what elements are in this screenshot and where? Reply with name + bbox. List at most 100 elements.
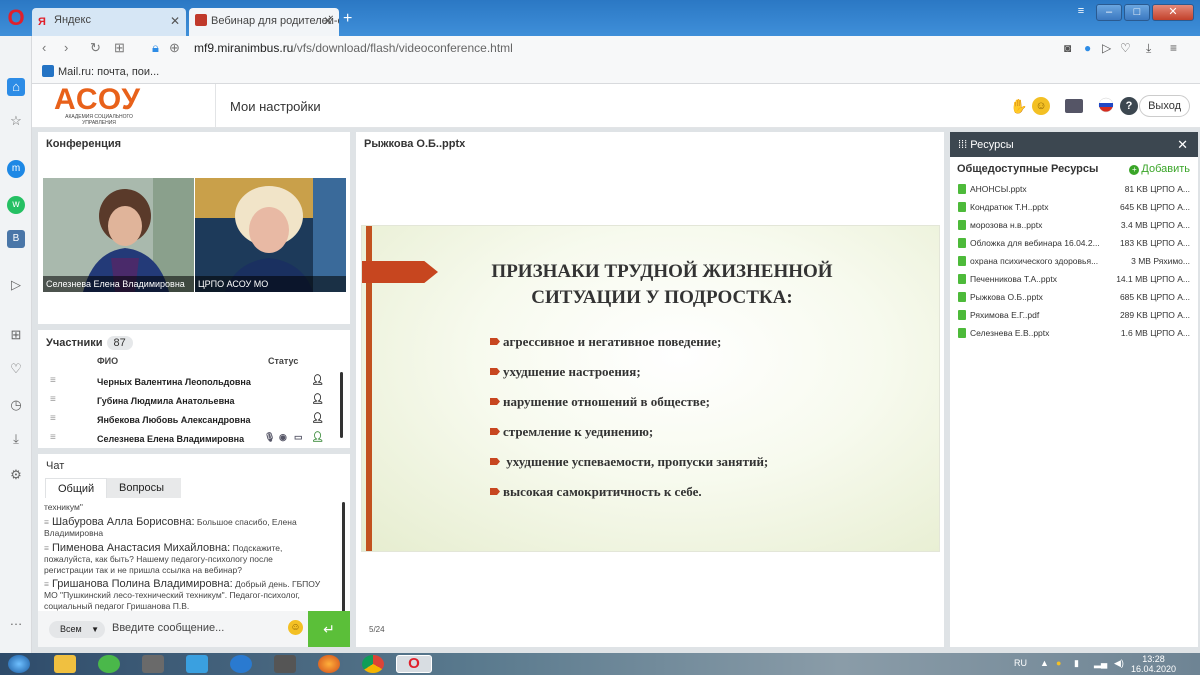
history-icon[interactable]: ◷ bbox=[7, 396, 25, 414]
download-icon[interactable]: ⤓ bbox=[1146, 41, 1151, 56]
listener-status-icon: 👤︎ bbox=[311, 413, 324, 424]
resource-size: 289 KB ЦРПО А... bbox=[1119, 310, 1190, 320]
home-icon[interactable]: ⌂ bbox=[7, 78, 25, 96]
new-tab-button[interactable]: + bbox=[343, 10, 352, 28]
resource-item[interactable]: Рыжкова О.Б..pptx 685 KB ЦРПО А... bbox=[950, 289, 1198, 307]
folder-icon[interactable] bbox=[1065, 99, 1083, 113]
vk-icon[interactable]: B bbox=[7, 230, 25, 248]
tray-arrow-icon[interactable]: ▲ bbox=[1040, 658, 1049, 668]
close-window-button[interactable]: ✕ bbox=[1152, 4, 1194, 21]
resource-item[interactable]: Кондратюк Т.Н..pptx 645 KB ЦРПО А... bbox=[950, 199, 1198, 217]
drag-handle-icon[interactable]: ≡ bbox=[50, 413, 56, 424]
messenger-icon[interactable]: m bbox=[7, 160, 25, 178]
maximize-button[interactable]: □ bbox=[1124, 4, 1150, 21]
my-settings-link[interactable]: Мои настройки bbox=[230, 99, 321, 114]
video-tile[interactable]: ЦРПО АСОУ МО bbox=[195, 178, 346, 292]
participant-row[interactable]: ≡ Селезнева Елена Владимировна 🎙︎ ◉ ▭ 👤︎ bbox=[38, 429, 338, 448]
green-app-icon[interactable] bbox=[98, 655, 120, 673]
star-icon[interactable]: ☆ bbox=[7, 112, 25, 130]
signal-icon[interactable]: ▂▄ bbox=[1094, 658, 1107, 669]
security-icon[interactable]: 🔒︎ bbox=[152, 40, 159, 56]
volume-icon[interactable]: ◀) bbox=[1114, 658, 1124, 669]
add-resource-button[interactable]: + Добавить bbox=[1129, 163, 1190, 175]
chat-message-input[interactable]: Введите сообщение... bbox=[112, 622, 224, 634]
resource-item[interactable]: АНОНСЫ.pptx 81 KB ЦРПО А... bbox=[950, 181, 1198, 199]
chrome-icon[interactable] bbox=[362, 655, 384, 673]
resource-filename: Кондратюк Т.Н..pptx bbox=[970, 202, 1049, 212]
send-message-button[interactable]: ↵ bbox=[308, 611, 350, 647]
heart-icon[interactable]: ♡ bbox=[7, 360, 25, 378]
bookmark-heart-icon[interactable]: ♡ bbox=[1120, 41, 1131, 55]
opera-taskbar-button[interactable]: O bbox=[396, 655, 432, 673]
participant-row[interactable]: ≡ Черных Валентина Леопольдовна 👤︎ bbox=[38, 372, 338, 391]
firefox-icon[interactable] bbox=[318, 655, 340, 673]
raise-hand-icon[interactable]: ✋ bbox=[1010, 97, 1028, 115]
column-header-name[interactable]: ФИО bbox=[97, 356, 118, 366]
emoji-picker-icon[interactable]: ☺ bbox=[288, 620, 303, 635]
russian-flag-icon[interactable] bbox=[1097, 97, 1115, 115]
calculator-icon[interactable] bbox=[142, 655, 164, 673]
resource-item[interactable]: Ряхимова Е.Г..pdf 289 KB ЦРПО А... bbox=[950, 307, 1198, 325]
drag-handle-icon[interactable]: ≡ bbox=[50, 432, 56, 443]
blue-app-icon[interactable] bbox=[230, 655, 252, 673]
drag-handle-icon[interactable]: ≡ bbox=[50, 375, 56, 386]
emoji-icon[interactable]: ☺ bbox=[1032, 97, 1050, 115]
tray-app-icon[interactable]: ● bbox=[1056, 658, 1061, 668]
reload-icon[interactable]: ↻ bbox=[90, 40, 101, 56]
resource-item[interactable]: охрана психического здоровья... 3 MB Ряхи… bbox=[950, 253, 1198, 271]
drag-handle-icon[interactable]: ≡ bbox=[50, 394, 56, 405]
video-tile[interactable]: Селезнева Елена Владимировна bbox=[43, 178, 194, 292]
url-field[interactable]: mf9.miranimbus.ru/vfs/download/flash/vid… bbox=[194, 41, 513, 55]
resource-item[interactable]: Селезнева Е.В..pptx 1.6 MB ЦРПО А... bbox=[950, 325, 1198, 343]
tab-webinar[interactable]: Вебинар для родителей-с ✕ bbox=[189, 8, 339, 36]
resource-item[interactable]: Обложка для вебинара 16.04.2... 183 KB ЦР… bbox=[950, 235, 1198, 253]
logo-text: АСОУ bbox=[54, 83, 142, 116]
participants-scrollbar[interactable] bbox=[340, 372, 343, 438]
settings-gear-icon[interactable]: ⚙ bbox=[7, 466, 25, 484]
tabs-grid-icon[interactable]: ⊞ bbox=[114, 40, 125, 56]
start-button[interactable] bbox=[8, 655, 30, 673]
more-icon[interactable]: … bbox=[7, 612, 25, 630]
asou-logo[interactable]: АСОУ АКАДЕМИЯ СОЦИАЛЬНОГО УПРАВЛЕНИЯ bbox=[54, 83, 164, 127]
presentation-slide[interactable]: ПРИЗНАКИ ТРУДНОЙ ЖИЗНЕННОЙ СИТУАЦИИ У ПО… bbox=[361, 225, 940, 552]
opera-menu-icon[interactable]: O bbox=[6, 7, 26, 29]
tab-questions[interactable]: Вопросы bbox=[107, 478, 181, 498]
camera-status-icon[interactable]: ◉ bbox=[279, 432, 287, 443]
tab-yandex[interactable]: Я Яндекс ✕ bbox=[32, 8, 186, 36]
drive-icon[interactable] bbox=[186, 655, 208, 673]
forward-icon[interactable]: › bbox=[64, 40, 68, 55]
screen-share-icon[interactable]: ▭ bbox=[294, 432, 303, 443]
language-indicator[interactable]: RU bbox=[1014, 658, 1027, 668]
participant-row[interactable]: ≡ Янбекова Любовь Александровна 👤︎ bbox=[38, 410, 338, 429]
close-tab-icon[interactable]: ✕ bbox=[170, 14, 180, 28]
downloads-icon[interactable]: ⤓ bbox=[7, 430, 25, 448]
help-icon[interactable]: ? bbox=[1120, 97, 1138, 115]
chat-scrollbar[interactable] bbox=[342, 502, 345, 612]
tab-general[interactable]: Общий bbox=[45, 478, 108, 498]
alien-app-icon[interactable] bbox=[274, 655, 296, 673]
participant-row[interactable]: ≡ Губина Людмила Анатольевна 👤︎ bbox=[38, 391, 338, 410]
resource-item[interactable]: морозова н.в..pptx 3.4 MB ЦРПО А... bbox=[950, 217, 1198, 235]
shield-icon[interactable]: ● bbox=[1084, 41, 1091, 55]
easy-setup-icon[interactable]: ≡ bbox=[1170, 41, 1177, 55]
grid-icon[interactable]: ⊞ bbox=[7, 326, 25, 344]
exit-button[interactable]: Выход bbox=[1139, 95, 1190, 117]
network-icon[interactable]: ▮ bbox=[1074, 658, 1079, 669]
resource-item[interactable]: Печенникова Т.А..pptx 14.1 MB ЦРПО А... bbox=[950, 271, 1198, 289]
column-header-status[interactable]: Статус bbox=[268, 356, 298, 366]
send-icon[interactable]: ▷ bbox=[7, 276, 25, 294]
whatsapp-icon[interactable]: w bbox=[7, 196, 25, 214]
minimize-button[interactable]: – bbox=[1096, 4, 1122, 21]
microphone-icon[interactable]: 🎙︎ bbox=[264, 432, 275, 443]
back-icon[interactable]: ‹ bbox=[42, 40, 46, 55]
close-tab-icon[interactable]: ✕ bbox=[323, 14, 333, 28]
resource-filename: Ряхимова Е.Г..pdf bbox=[970, 310, 1040, 320]
audience-select[interactable]: Всем ▼ bbox=[49, 621, 105, 638]
close-icon[interactable]: ✕ bbox=[1177, 137, 1188, 153]
system-clock[interactable]: 13:28 16.04.2020 bbox=[1131, 654, 1176, 674]
tab-menu-icon[interactable]: ≡ bbox=[1068, 4, 1094, 21]
explorer-icon[interactable] bbox=[54, 655, 76, 673]
camera-icon[interactable]: ◙ bbox=[1064, 41, 1071, 55]
flow-icon[interactable]: ▷ bbox=[1102, 41, 1111, 55]
bookmark-mailru[interactable]: Mail.ru: почта, пои... bbox=[42, 65, 159, 78]
